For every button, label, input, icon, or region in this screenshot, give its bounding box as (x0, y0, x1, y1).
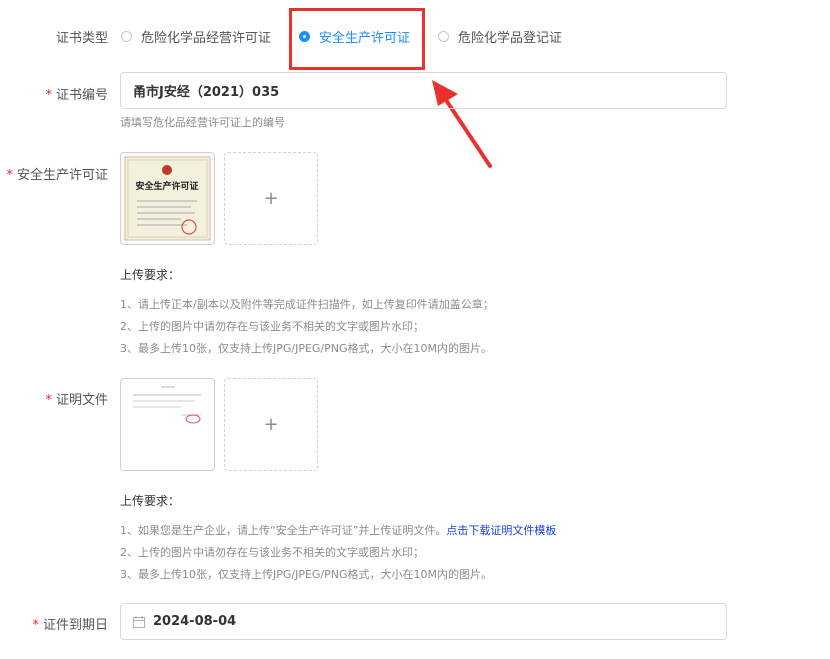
radio-label: 危险化学品登记证 (458, 31, 563, 46)
thumbnail-title: 安全生产许可证 (135, 180, 198, 192)
license-add-button[interactable]: + (224, 152, 318, 245)
cert-number-input[interactable]: 甬市J安经（2021）035 (120, 72, 727, 109)
radio-circle[interactable] (121, 31, 132, 42)
license-requirement-3: 3、最多上传10张，仅支持上传JPG/JPEG/PNG格式，大小在10M内的图片… (120, 342, 493, 355)
radio-label: 危险化学品经营许可证 (141, 31, 272, 46)
radio-option-hazchem-business-license[interactable]: 危险化学品经营许可证 (121, 27, 271, 46)
certificate-image-icon: 安全生产许可证 (124, 156, 211, 241)
license-requirements-title: 上传要求： (120, 268, 181, 282)
proof-requirement-2: 2、上传的图片中请勿存在与该业务不相关的文字或图片水印； (120, 546, 424, 559)
calendar-icon (133, 615, 145, 628)
annotation-highlight-box (289, 8, 425, 70)
cert-type-label: 证书类型 (55, 31, 108, 46)
proof-upload-label: * 证明文件 (45, 393, 108, 408)
license-requirement-2: 2、上传的图片中请勿存在与该业务不相关的文字或图片水印； (120, 320, 424, 333)
cert-number-hint: 请填写危化品经营许可证上的编号 (120, 116, 285, 129)
proof-requirement-3: 3、最多上传10张，仅支持上传JPG/JPEG/PNG格式，大小在10M内的图片… (120, 568, 493, 581)
radio-circle[interactable] (438, 31, 449, 42)
download-template-link[interactable]: 点击下载证明文件模板 (446, 524, 556, 537)
proof-requirement-1: 1、如果您是生产企业，请上传“安全生产许可证”并上传证明文件。点击下载证明文件模… (120, 524, 557, 537)
document-image-icon (133, 386, 201, 424)
license-upload-label: * 安全生产许可证 (6, 168, 108, 183)
license-requirement-1: 1、请上传正本/副本以及附件等完成证件扫描件，如上传复印件请加盖公章； (120, 298, 494, 311)
expiry-label: * 证件到期日 (32, 618, 108, 633)
proof-thumbnail[interactable] (120, 378, 215, 471)
expiry-date-value: 2024-08-04 (153, 614, 237, 629)
radio-option-hazchem-registration[interactable]: 危险化学品登记证 (438, 27, 562, 46)
cert-number-label: * 证书编号 (45, 88, 108, 103)
proof-requirements-title: 上传要求： (120, 494, 181, 508)
expiry-date-picker[interactable]: 2024-08-04 (120, 603, 727, 640)
proof-add-button[interactable]: + (224, 378, 318, 471)
license-thumbnail[interactable]: 安全生产许可证 (120, 152, 215, 245)
